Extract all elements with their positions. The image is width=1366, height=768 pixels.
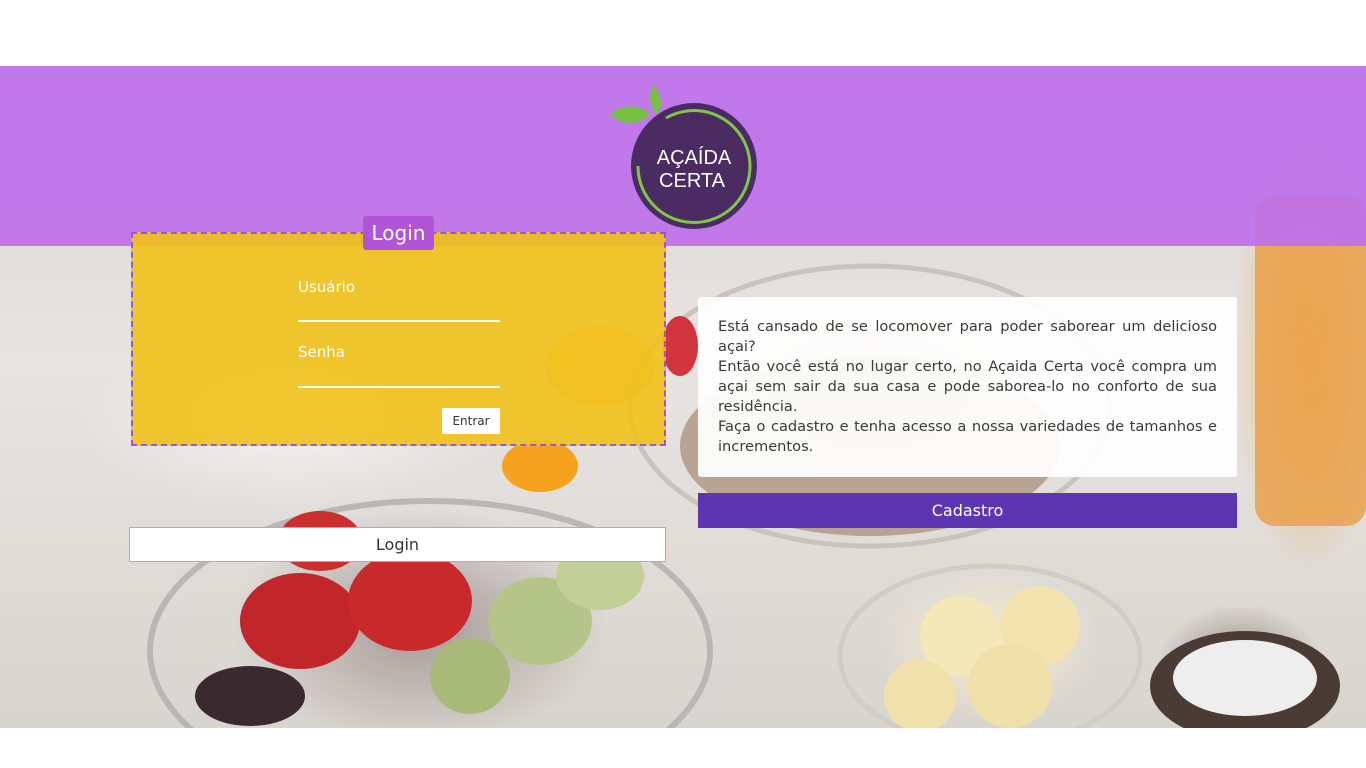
acaida-certa-logo: AÇAÍDA CERTA <box>610 84 757 229</box>
info-box: Está cansado de se locomover para poder … <box>698 297 1237 477</box>
enter-button[interactable]: Entrar <box>442 408 500 434</box>
password-label: Senha <box>298 343 345 361</box>
login-toggle-button[interactable]: Login <box>129 527 666 562</box>
login-tab[interactable]: Login <box>363 216 434 250</box>
password-input[interactable] <box>298 364 500 388</box>
info-line-1: Está cansado de se locomover para poder … <box>718 318 1217 355</box>
logo-text-line1: AÇAÍDA <box>657 146 732 169</box>
info-line-2: Então você está no lugar certo, no Açaid… <box>718 358 1217 415</box>
username-label: Usuário <box>298 278 356 296</box>
info-line-3: Faça o cadastro e tenha acesso a nossa v… <box>718 418 1217 455</box>
login-panel: Login Usuário Senha Entrar <box>131 216 666 446</box>
info-text: Está cansado de se locomover para poder … <box>718 317 1217 457</box>
signup-button[interactable]: Cadastro <box>698 493 1237 528</box>
username-input[interactable] <box>298 298 500 322</box>
header-band: AÇAÍDA CERTA <box>0 66 1366 246</box>
logo-text-line2: CERTA <box>659 170 726 192</box>
